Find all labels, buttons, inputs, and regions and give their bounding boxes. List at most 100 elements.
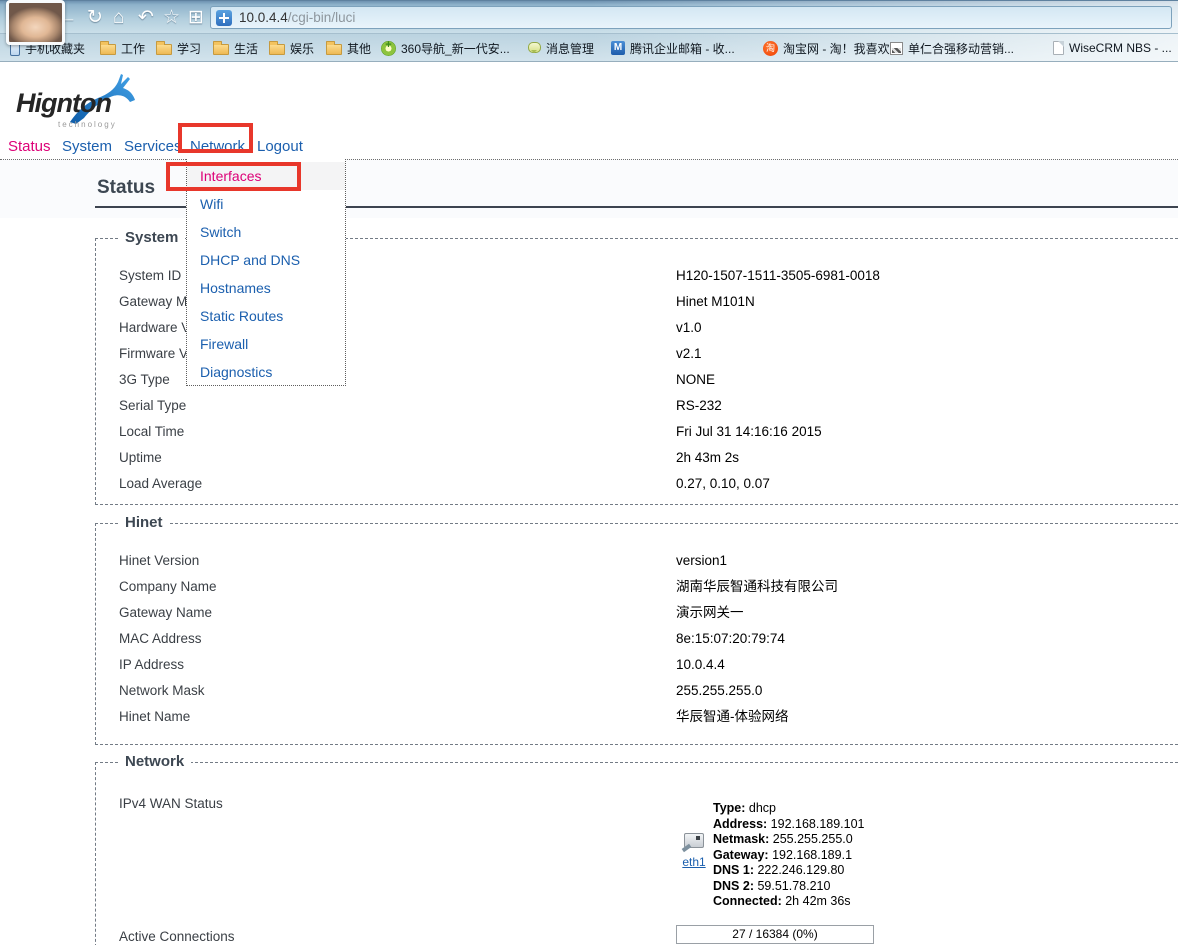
bookmark-item[interactable]: 360导航_新一代安...: [381, 38, 510, 58]
field-value: 0.27, 0.10, 0.07: [676, 471, 770, 497]
browser-toolbar: ← ↻ ⌂ ↶ ☆ ⊞ 10.0.4.4/cgi-bin/luci: [0, 0, 1178, 33]
wan-interface-link[interactable]: eth1: [676, 855, 712, 869]
annotation-box-interfaces: [166, 162, 301, 191]
active-connections-value: 27 / 16384 (0%): [732, 927, 817, 941]
wan-detail-line: Netmask: 255.255.255.0: [713, 832, 865, 848]
menu-item-firewall[interactable]: Firewall: [187, 330, 345, 358]
table-row: Hinet Name华辰智通-体验网络: [96, 704, 1178, 730]
wan-status-label: IPv4 WAN Status: [119, 796, 223, 811]
site-security-icon[interactable]: [216, 10, 232, 26]
table-row: Hinet Version version1: [96, 548, 1178, 574]
detail-key: Gateway:: [713, 848, 769, 862]
detail-key: Netmask:: [713, 832, 769, 846]
wan-status-block: eth1 Type: dhcp Address: 192.168.189.101…: [676, 801, 865, 910]
detail-value: 255.255.255.0: [773, 832, 853, 846]
bookmark-label: 其他: [347, 40, 371, 57]
bookmark-item[interactable]: 学习: [156, 38, 201, 58]
field-value: Fri Jul 31 14:16:16 2015: [676, 419, 822, 445]
folder-icon: [156, 44, 172, 55]
ethernet-adapter-icon: [684, 833, 704, 848]
section-hinet-legend: Hinet: [118, 514, 170, 531]
field-label: Local Time: [119, 419, 184, 445]
table-row: Uptime 2h 43m 2s: [96, 445, 1178, 471]
network-dropdown-menu: Interfaces Wifi Switch DHCP and DNS Host…: [186, 159, 346, 386]
bookmark-item[interactable]: 单仁合强移动营销...: [890, 38, 1014, 58]
field-value: 2h 43m 2s: [676, 445, 739, 471]
table-row: Serial TypeRS-232: [96, 393, 1178, 419]
detail-value: 192.168.189.1: [772, 848, 852, 862]
undo-icon[interactable]: ↶: [138, 7, 154, 29]
field-value: version1: [676, 548, 727, 574]
wan-detail-line: DNS 1: 222.246.129.80: [713, 863, 865, 879]
address-bar[interactable]: 10.0.4.4/cgi-bin/luci: [210, 6, 1172, 29]
bookmark-label: WiseCRM NBS - ...: [1069, 41, 1172, 55]
folder-icon: [213, 44, 229, 55]
field-value: 演示网关一: [676, 600, 744, 626]
table-row: Local Time Fri Jul 31 14:16:16 2015: [96, 419, 1178, 445]
url-text[interactable]: 10.0.4.4/cgi-bin/luci: [239, 10, 355, 25]
apps-icon[interactable]: ⊞: [188, 7, 204, 29]
bookmark-item[interactable]: 生活: [213, 38, 258, 58]
bookmark-label: 生活: [234, 40, 258, 57]
field-value: RS-232: [676, 393, 722, 419]
bookmark-item[interactable]: 工作: [100, 38, 145, 58]
wan-detail-line: Gateway: 192.168.189.1: [713, 848, 865, 864]
wan-detail-line: Type: dhcp: [713, 801, 865, 817]
nav-item-services[interactable]: Services: [124, 138, 182, 155]
detail-value: 2h 42m 36s: [785, 894, 850, 908]
image-icon: [890, 42, 903, 55]
bookmark-item[interactable]: 消息管理: [528, 38, 594, 58]
section-network-legend: Network: [118, 753, 191, 770]
bookmark-label: 腾讯企业邮箱 - 收...: [630, 40, 735, 57]
nav-item-system[interactable]: System: [62, 138, 112, 155]
url-host: 10.0.4.4: [239, 10, 288, 25]
detail-value: 222.246.129.80: [757, 863, 844, 877]
field-value: H120-1507-1511-3505-6981-0018: [676, 263, 880, 289]
field-label: System ID: [119, 263, 181, 289]
page-title: Status: [97, 177, 155, 199]
taobao-icon: 淘: [763, 41, 778, 56]
nav-item-status[interactable]: Status: [8, 138, 51, 155]
menu-item-hostnames[interactable]: Hostnames: [187, 274, 345, 302]
field-label: IP Address: [119, 652, 184, 678]
refresh-icon[interactable]: ↻: [87, 7, 103, 29]
field-label: Uptime: [119, 445, 162, 471]
bookmark-label: 工作: [121, 40, 145, 57]
bookmark-item[interactable]: M腾讯企业邮箱 - 收...: [611, 38, 735, 58]
star-icon[interactable]: ☆: [163, 7, 180, 29]
bookmark-item[interactable]: 娱乐: [269, 38, 314, 58]
table-row: Network Mask255.255.255.0: [96, 678, 1178, 704]
page-icon: [1053, 41, 1064, 55]
bookmark-label: 单仁合强移动营销...: [908, 40, 1014, 57]
menu-item-wifi[interactable]: Wifi: [187, 190, 345, 218]
table-row: Gateway Name演示网关一: [96, 600, 1178, 626]
folder-icon: [100, 44, 116, 55]
menu-item-switch[interactable]: Switch: [187, 218, 345, 246]
bookmark-item[interactable]: 其他: [326, 38, 371, 58]
bookmark-item[interactable]: WiseCRM NBS - ...: [1053, 38, 1172, 58]
section-hinet: Hinet Hinet Versionversion1 Company Name…: [95, 523, 1178, 745]
nav-item-logout[interactable]: Logout: [257, 138, 303, 155]
table-row: Load Average0.27, 0.10, 0.07: [96, 471, 1178, 497]
user-avatar[interactable]: [6, 0, 65, 45]
chat-icon: [528, 42, 541, 53]
table-row: IP Address10.0.4.4: [96, 652, 1178, 678]
bookmark-label: 学习: [177, 40, 201, 57]
field-value: 湖南华辰智通科技有限公司: [676, 574, 838, 600]
brand-name: Hignton: [16, 88, 111, 119]
detail-key: Type:: [713, 801, 745, 815]
field-label: Hinet Name: [119, 704, 190, 730]
bookmark-label: 娱乐: [290, 40, 314, 57]
detail-key: Connected:: [713, 894, 782, 908]
field-label: Hinet Version: [119, 548, 199, 574]
field-value: 255.255.255.0: [676, 678, 762, 704]
field-label: MAC Address: [119, 626, 202, 652]
home-icon[interactable]: ⌂: [113, 7, 124, 29]
url-path: /cgi-bin/luci: [288, 10, 356, 25]
field-value: 8e:15:07:20:79:74: [676, 626, 785, 652]
menu-item-static-routes[interactable]: Static Routes: [187, 302, 345, 330]
bookmark-item[interactable]: 淘淘宝网 - 淘！我喜欢: [763, 38, 890, 58]
table-row: MAC Address 8e:15:07:20:79:74: [96, 626, 1178, 652]
menu-item-diagnostics[interactable]: Diagnostics: [187, 358, 345, 386]
menu-item-dhcp-and-dns[interactable]: DHCP and DNS: [187, 246, 345, 274]
